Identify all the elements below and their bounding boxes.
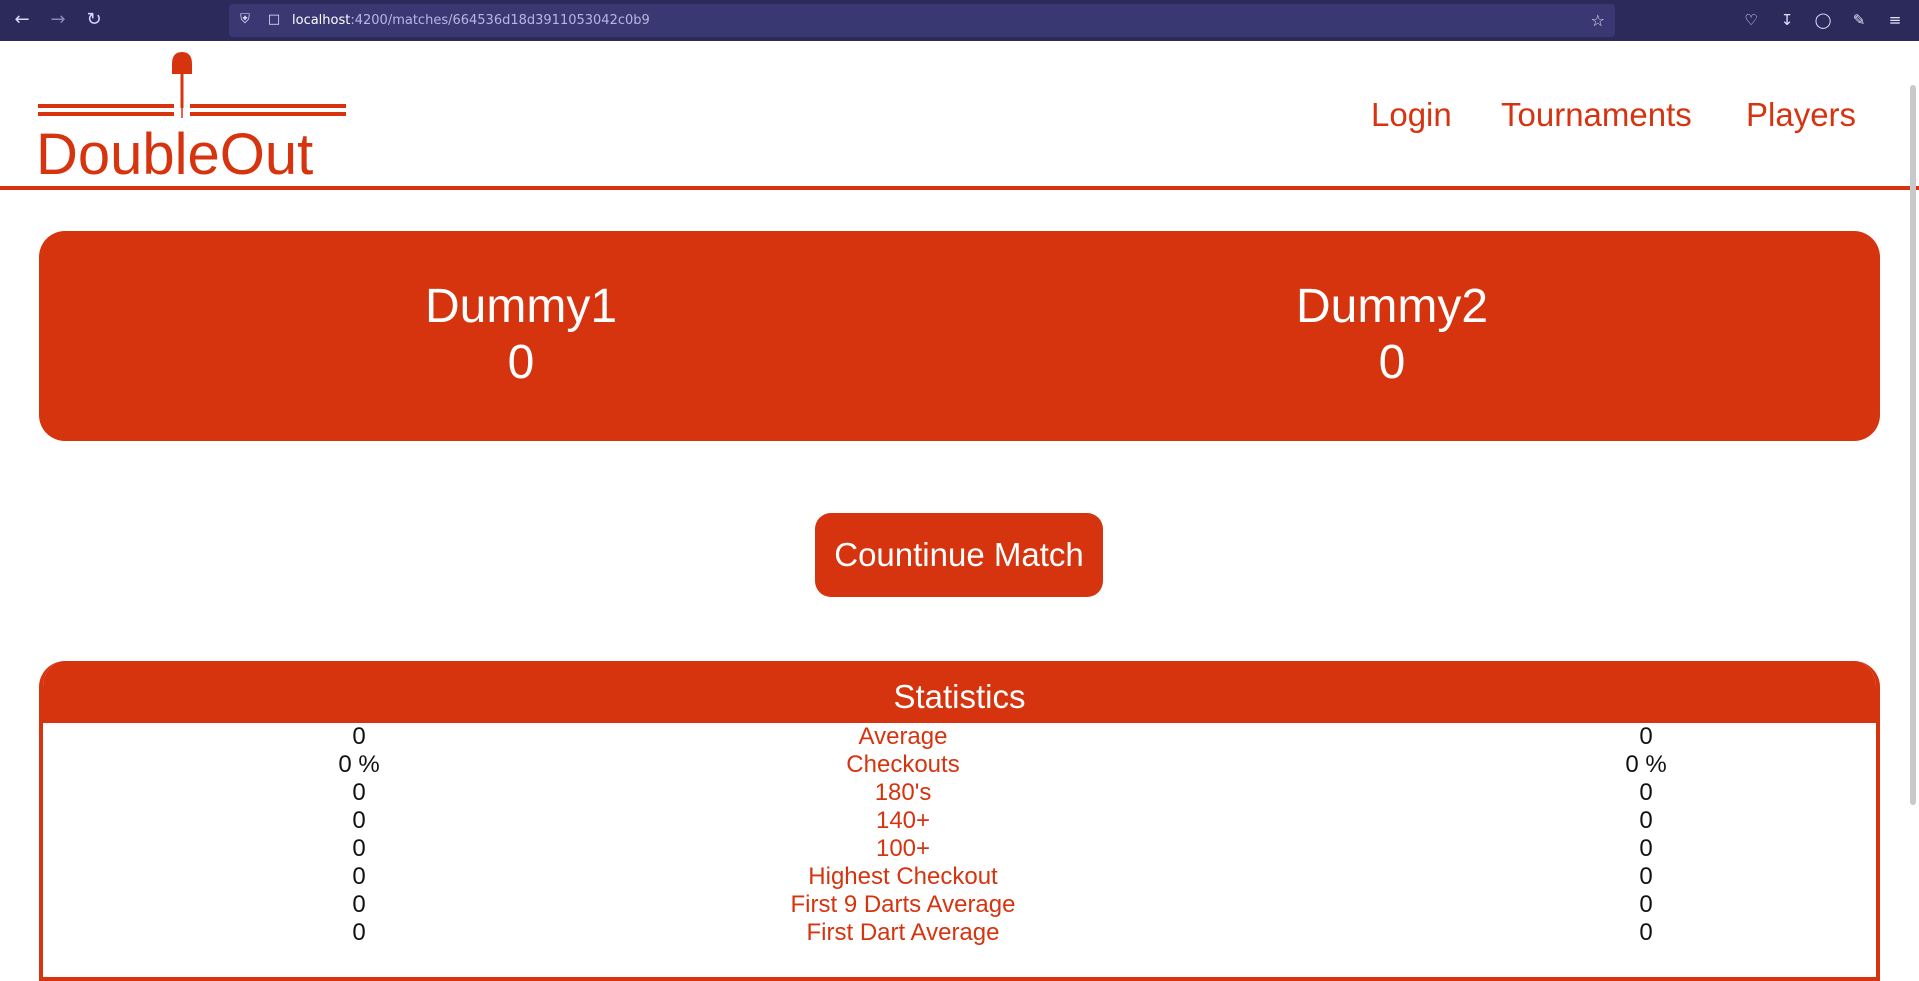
statistics-panel: Statistics 0 Average 0 0 % Checkouts 0 %…	[39, 661, 1880, 981]
stat-player2-value: 0	[1639, 807, 1653, 834]
stat-player1-value: 0	[352, 779, 366, 806]
stat-row: 0 Average 0	[43, 723, 1876, 751]
stat-label: Highest Checkout	[808, 863, 998, 890]
player2-score: 0	[1378, 336, 1406, 389]
stat-player1-value: 0	[352, 723, 366, 750]
stat-player2-value: 0	[1639, 835, 1653, 862]
star-icon[interactable]: ☆	[1591, 11, 1605, 30]
statistics-header: Statistics	[43, 661, 1876, 723]
page-icon: □	[267, 12, 281, 27]
stat-player2-value: 0	[1639, 863, 1653, 890]
stat-row: 0 180's 0	[43, 779, 1876, 807]
page-scrollbar[interactable]	[1907, 41, 1919, 952]
stat-row: 0 First 9 Darts Average 0	[43, 891, 1876, 919]
doubleout-logo[interactable]: DoubleOut	[36, 50, 348, 180]
logo-text: DoubleOut	[36, 122, 313, 180]
stat-player2-value: 0	[1639, 723, 1653, 750]
stat-row: 0 Highest Checkout 0	[43, 863, 1876, 891]
forward-arrow-icon[interactable]: →	[48, 10, 68, 30]
stat-player2-value: 0 %	[1625, 751, 1667, 778]
browser-toolbar: ← → ↻ ⛨ □ localhost:4200/matches/664536d…	[0, 0, 1919, 41]
stat-player1-value: 0	[352, 807, 366, 834]
nav-tournaments[interactable]: Tournaments	[1501, 96, 1692, 134]
stat-label: 140+	[875, 807, 931, 834]
nav-login[interactable]: Login	[1371, 96, 1452, 134]
stat-label: 100+	[875, 835, 931, 862]
stat-label: Average	[858, 723, 948, 750]
player2-panel: Dummy2 0	[1182, 279, 1602, 391]
stat-player2-value: 0	[1639, 779, 1653, 806]
stat-player1-value: 0	[352, 863, 366, 890]
url-text[interactable]: localhost:4200/matches/664536d18d3911053…	[292, 13, 650, 28]
stat-label: First 9 Darts Average	[790, 891, 1016, 918]
nav-players[interactable]: Players	[1746, 96, 1856, 134]
stat-row: 0 First Dart Average 0	[43, 919, 1876, 947]
stat-row: 0 140+ 0	[43, 807, 1876, 835]
stat-player1-value: 0	[352, 919, 366, 946]
stat-player1-value: 0	[352, 835, 366, 862]
player1-panel: Dummy1 0	[311, 279, 731, 391]
stat-label: Checkouts	[846, 751, 960, 778]
player1-name: Dummy1	[424, 280, 618, 333]
continue-match-button[interactable]: Countinue Match	[815, 513, 1103, 597]
stat-row: 0 % Checkouts 0 %	[43, 751, 1876, 779]
header-divider	[0, 186, 1919, 190]
download-icon[interactable]: ↧	[1777, 10, 1797, 30]
reload-icon[interactable]: ↻	[84, 10, 104, 30]
pocket-icon[interactable]: ♡	[1741, 10, 1761, 30]
site-header: DoubleOut Login Tournaments Players	[0, 41, 1919, 189]
shield-icon[interactable]: ⛨	[237, 12, 253, 28]
account-icon[interactable]: ◯	[1813, 10, 1833, 30]
player2-name: Dummy2	[1295, 280, 1489, 333]
stat-row: 0 100+ 0	[43, 835, 1876, 863]
address-bar[interactable]: ⛨ □ localhost:4200/matches/664536d18d391…	[229, 4, 1615, 37]
stat-player2-value: 0	[1639, 919, 1653, 946]
stat-player1-value: 0	[352, 891, 366, 918]
dart-icon	[172, 52, 192, 118]
stat-label: First Dart Average	[806, 919, 1000, 946]
statistics-title: Statistics	[893, 678, 1026, 715]
url-host: localhost	[292, 13, 351, 28]
scrollbar-thumb[interactable]	[1910, 85, 1916, 805]
stat-label: 180's	[874, 779, 932, 806]
match-scorecard: Dummy1 0 Dummy2 0	[39, 231, 1880, 441]
stat-player2-value: 0	[1639, 891, 1653, 918]
back-arrow-icon[interactable]: ←	[12, 10, 32, 30]
hamburger-menu-icon[interactable]: ≡	[1885, 10, 1905, 30]
url-path: :4200/matches/664536d18d3911053042c0b9	[350, 13, 650, 28]
player1-score: 0	[507, 336, 535, 389]
extensions-icon[interactable]: ✎	[1849, 10, 1869, 30]
stat-player1-value: 0 %	[338, 751, 380, 778]
